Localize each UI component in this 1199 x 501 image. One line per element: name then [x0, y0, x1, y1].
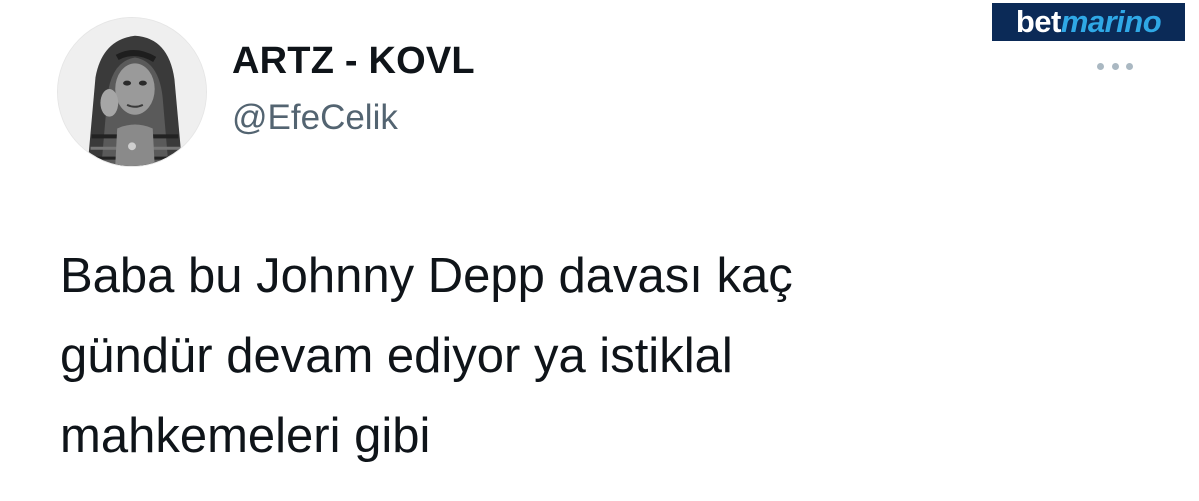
avatar-photo — [58, 18, 206, 166]
more-horizontal-icon — [1111, 62, 1119, 70]
more-horizontal-icon — [1097, 62, 1104, 70]
brand-watermark-part-a: bet — [1015, 4, 1062, 39]
tweet-card: ARTZ - KOVL @EfeCelik bet marino Baba bu … — [0, 0, 1199, 501]
more-horizontal-icon — [1126, 62, 1133, 70]
user-handle[interactable]: @EfeCelik — [232, 98, 398, 138]
tweet-text-line: mahkemeleri gibi — [60, 409, 431, 463]
brand-watermark-logo: bet marino — [992, 3, 1185, 41]
more-options-button[interactable] — [1092, 55, 1138, 77]
tweet-text: Baba bu Johnny Depp davası kaç gündür de… — [60, 236, 1060, 476]
tweet-text-line: Baba bu Johnny Depp davası kaç — [60, 249, 793, 303]
display-name[interactable]: ARTZ - KOVL — [232, 40, 475, 83]
avatar[interactable] — [57, 17, 207, 167]
brand-watermark-part-b: marino — [1060, 4, 1162, 39]
tweet-text-line: gündür devam ediyor ya istiklal — [60, 329, 733, 383]
